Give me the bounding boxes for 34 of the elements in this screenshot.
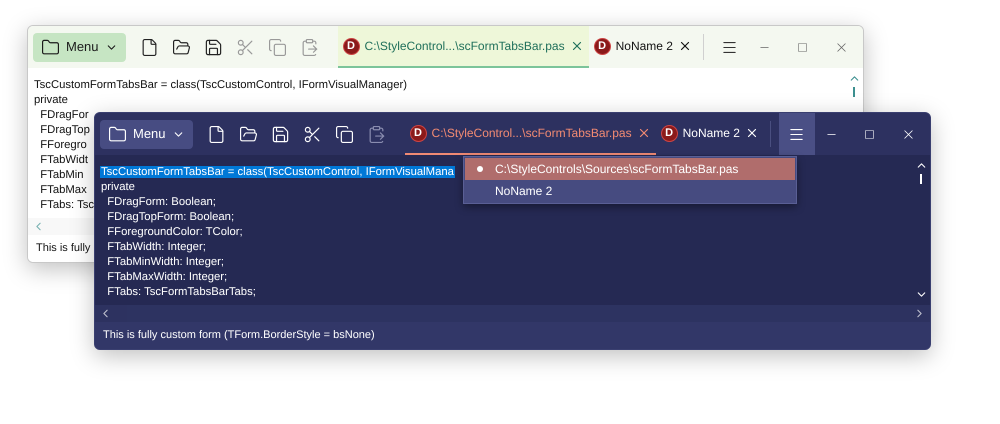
code-line: FDragForm: Boolean;	[106, 196, 217, 208]
code-line: FTabMin	[39, 169, 85, 181]
file-badge: D	[410, 124, 427, 142]
code-line: FDragFor	[39, 109, 90, 121]
tab-title: NoName 2	[616, 38, 673, 55]
code-line: FForegro	[39, 139, 88, 151]
file-tab[interactable]: D C:\StyleControl...\scFormTabsBar.pas	[338, 26, 589, 68]
file-tab[interactable]: D NoName 2	[656, 113, 764, 155]
code-line: private	[100, 181, 136, 193]
file-tab[interactable]: D NoName 2	[588, 26, 697, 68]
code-line: FDragTopForm: Boolean;	[106, 211, 236, 223]
code-line: private	[33, 94, 69, 106]
file-badge: D	[594, 38, 611, 54]
status-text: This is fully	[36, 241, 90, 256]
menu-button[interactable]: Menu	[33, 32, 126, 62]
file-badge: D	[660, 124, 678, 142]
code-line: FTabMaxWidth: Integer;	[106, 271, 228, 283]
menu-button[interactable]: Menu	[100, 120, 193, 148]
code-line: FForegroundColor: TColor;	[106, 226, 244, 238]
code-line: FTabMinWidth: Integer;	[106, 256, 226, 268]
code-line: FTabWidth: Integer;	[106, 241, 207, 253]
tab-title: C:\StyleControl...\scFormTabsBar.pas	[364, 38, 565, 55]
code-line: FTabs: TscFormTabsBarTabs;	[106, 286, 257, 298]
code-line: FTabs: Tsc	[39, 199, 96, 211]
menu-item[interactable]: C:\StyleControls\Sources\scFormTabsBar.pas	[465, 158, 795, 180]
code-line: FTabWidt	[39, 154, 89, 166]
menu-item[interactable]: NoName 2	[465, 180, 795, 202]
code-line: TscCustomFormTabsBar = class(TscCustomControl, IFormVisualManager)	[33, 79, 408, 91]
tab-title: NoName 2	[682, 125, 740, 142]
tab-title: C:\StyleControl...\scFormTabsBar.pas	[432, 125, 632, 142]
file-badge: D	[342, 38, 360, 54]
code-line: FDragTop	[39, 124, 91, 136]
status-text: This is fully custom form (TForm.BorderStyle = bsNone)	[103, 328, 375, 344]
code-line: FTabMax	[39, 184, 88, 196]
